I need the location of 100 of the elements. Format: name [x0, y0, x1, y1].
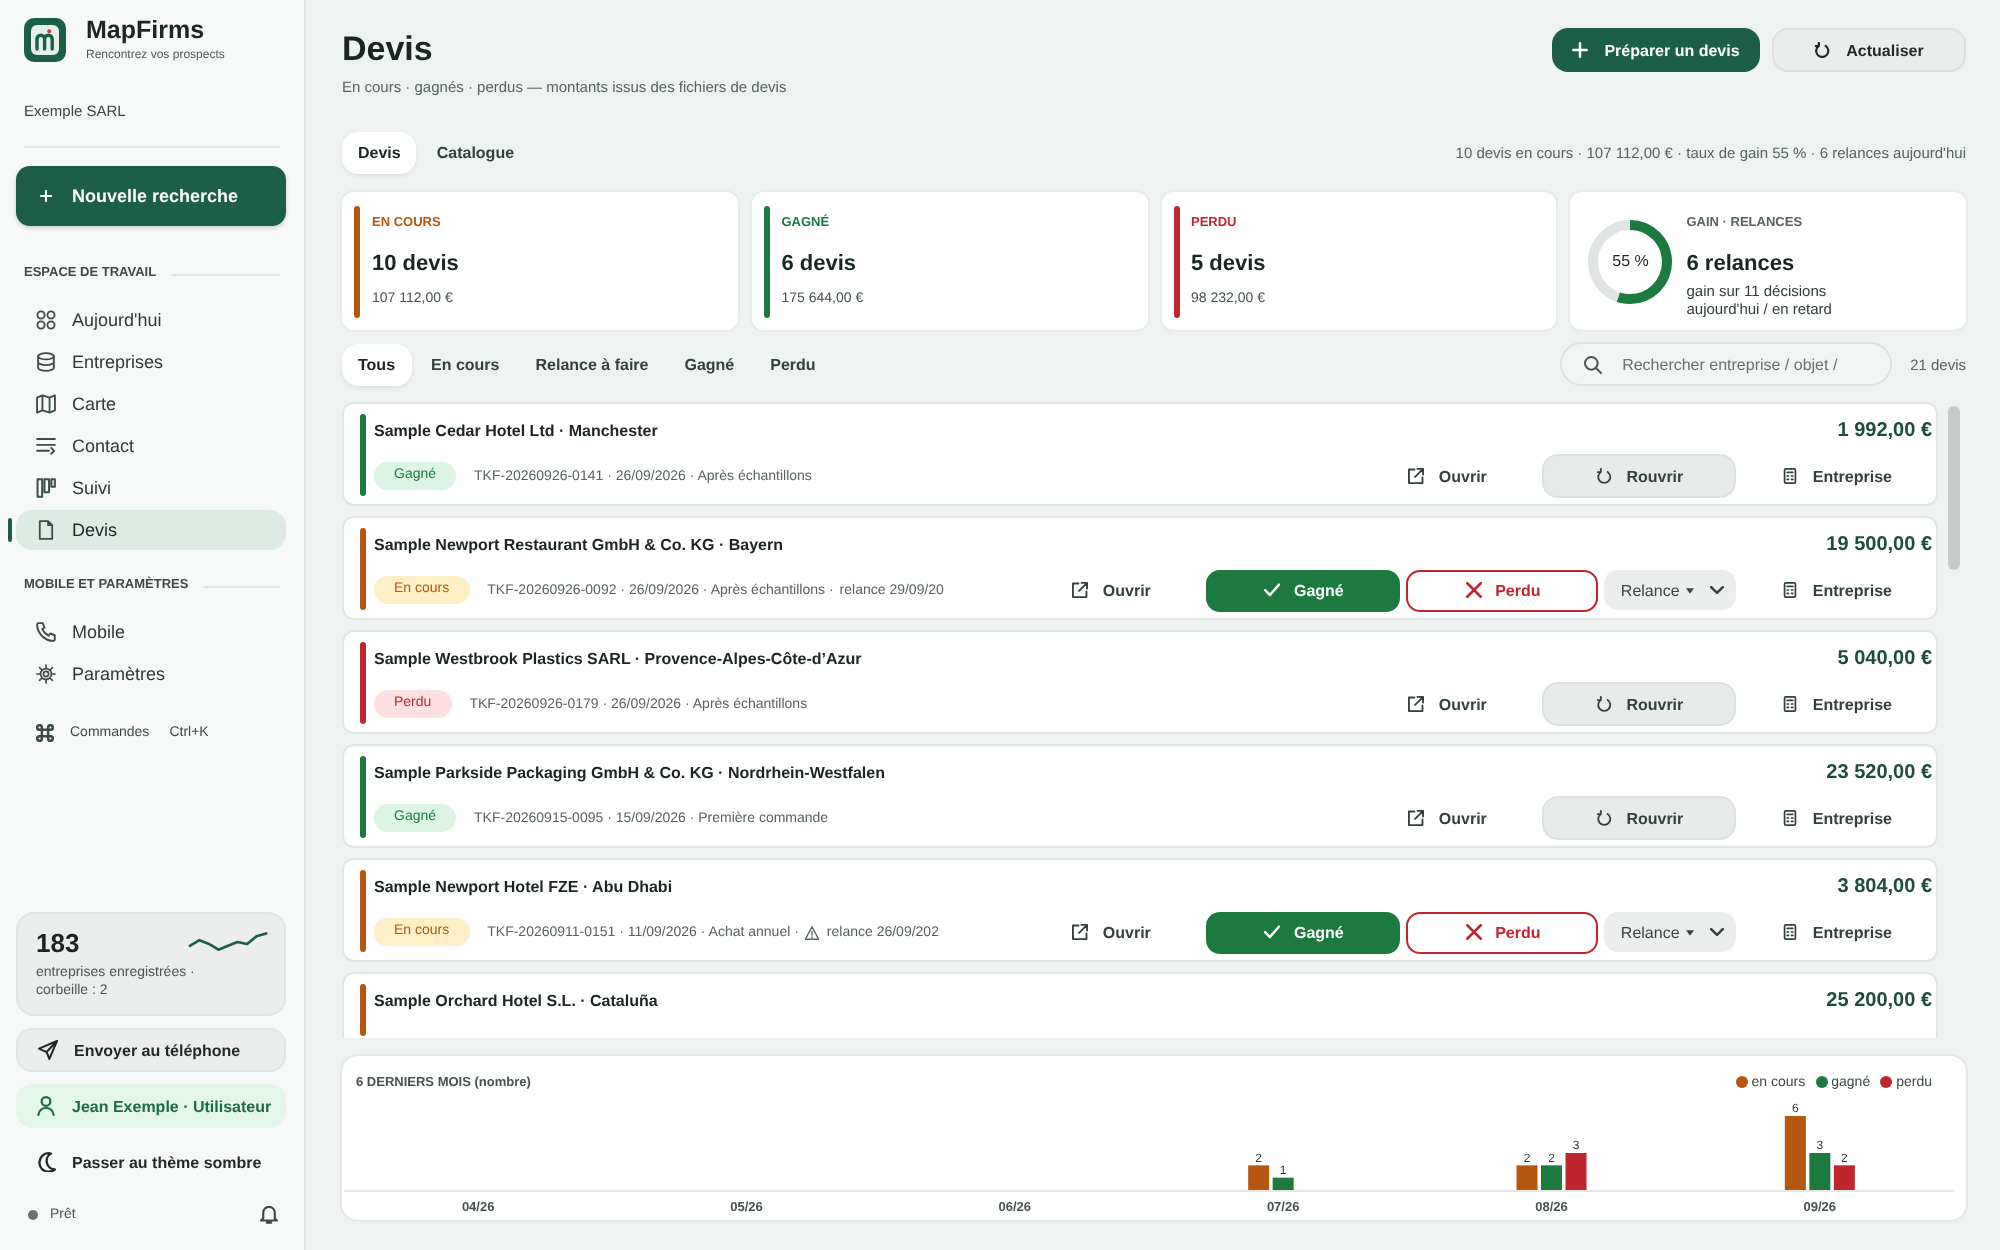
list-icon	[36, 436, 56, 456]
company-link[interactable]: Entreprise	[1754, 568, 1920, 612]
chart-bar	[1516, 1165, 1538, 1190]
database-icon	[36, 352, 56, 372]
rotate-icon	[1596, 696, 1613, 712]
calculator-icon	[1782, 924, 1799, 940]
gear-icon	[36, 664, 56, 684]
open-link[interactable]: Ouvrir	[1044, 910, 1179, 954]
filter-tab[interactable]: En cours	[415, 343, 516, 385]
reopen-button[interactable]: Rouvrir	[1542, 682, 1737, 726]
external-link-icon	[1408, 696, 1425, 712]
user-profile-button[interactable]: Jean Exemple · Utilisateur	[16, 1084, 286, 1128]
chart-bar	[1784, 1116, 1806, 1190]
reopen-button[interactable]: Rouvrir	[1542, 454, 1737, 498]
filter-tab[interactable]: Perdu	[754, 343, 832, 385]
company-link[interactable]: Entreprise	[1754, 682, 1920, 726]
new-search-button[interactable]: Nouvelle recherche	[16, 166, 286, 226]
gain-percentage: 55 %	[1610, 250, 1651, 274]
company-link[interactable]: Entreprise	[1754, 454, 1920, 498]
lost-button[interactable]: Perdu	[1406, 569, 1599, 611]
nav-item[interactable]: Aujourd'hui	[16, 300, 286, 340]
prepare-quote-button[interactable]: Préparer un devis	[1552, 28, 1760, 72]
nav-item[interactable]: Contact	[16, 426, 286, 466]
won-button[interactable]: Gagné	[1206, 911, 1401, 953]
check-icon	[1263, 924, 1280, 940]
view-tab[interactable]: Devis	[342, 132, 417, 174]
phone-icon	[36, 622, 56, 642]
external-link-icon	[1072, 924, 1089, 940]
lost-button[interactable]: Perdu	[1406, 911, 1599, 953]
chart-bar	[1541, 1165, 1562, 1190]
plus-icon	[40, 190, 52, 202]
quote-title: Sample Newport Hotel FZE · Abu Dhabi	[374, 877, 673, 895]
filter-tab[interactable]: Gagné	[668, 343, 751, 385]
map-icon	[36, 394, 56, 414]
bell-icon[interactable]	[260, 1204, 278, 1224]
document-icon	[36, 520, 56, 540]
quote-title: Sample Newport Restaurant GmbH & Co. KG · Bayern	[374, 535, 783, 553]
send-to-phone-button[interactable]: Envoyer au téléphone	[16, 1028, 286, 1072]
quote-title: Sample Parkside Packaging GmbH & Co. KG · Nordrhein-Westfalen	[374, 763, 885, 781]
calculator-icon	[1782, 696, 1799, 712]
stat-value: 10 devis	[372, 250, 459, 278]
caret-icon	[1685, 929, 1694, 935]
app-name: MapFirms	[86, 16, 207, 44]
refresh-button[interactable]: Actualiser	[1772, 28, 1966, 72]
won-button[interactable]: Gagné	[1206, 569, 1401, 611]
check-icon	[1263, 582, 1280, 598]
quote-amount: 5 040,00 €	[1837, 647, 1932, 669]
scrollbar-thumb[interactable]	[1948, 406, 1960, 570]
grid-icon	[36, 310, 56, 330]
nav-item[interactable]: Paramètres	[16, 654, 286, 694]
nav-item[interactable]: Devis	[16, 510, 286, 550]
calculator-icon	[1782, 810, 1799, 826]
quote-amount: 23 520,00 €	[1826, 761, 1932, 783]
view-tab[interactable]: Catalogue	[420, 132, 531, 174]
followup-select[interactable]: Relance	[1604, 570, 1737, 610]
company-count: 183	[36, 927, 80, 957]
stat-value: 6 devis	[781, 250, 859, 278]
plus-icon	[1572, 42, 1589, 58]
company-link[interactable]: Entreprise	[1754, 796, 1920, 840]
search-field[interactable]: Rechercher entreprise / objet /	[1560, 342, 1893, 386]
external-link-icon	[1408, 468, 1425, 484]
quote-title: Sample Orchard Hotel S.L. · Cataluña	[374, 991, 658, 1009]
close-icon	[1465, 582, 1482, 598]
quote-amount: 19 500,00 €	[1826, 533, 1932, 555]
nav-item[interactable]: Mobile	[16, 612, 286, 652]
quote-amount: 1 992,00 €	[1837, 419, 1932, 441]
nav-item[interactable]: Carte	[16, 384, 286, 424]
quote-amount: 25 200,00 €	[1826, 989, 1932, 1011]
caret-icon	[1685, 587, 1694, 593]
reopen-button[interactable]: Rouvrir	[1542, 796, 1737, 840]
status-dot-icon	[28, 1209, 38, 1219]
nav-item[interactable]: Entreprises	[16, 342, 286, 382]
rotate-icon	[1596, 468, 1613, 484]
send-icon	[38, 1040, 58, 1060]
quote-title: Sample Cedar Hotel Ltd · Manchester	[374, 421, 658, 439]
calculator-icon	[1782, 468, 1799, 484]
command-icon	[36, 723, 54, 741]
columns-icon	[36, 478, 56, 498]
user-icon	[36, 1096, 56, 1116]
filter-tab[interactable]: Tous	[342, 343, 412, 385]
chevron-down-icon	[1710, 928, 1725, 936]
filter-tab[interactable]: Relance à faire	[519, 343, 665, 385]
close-icon	[1465, 924, 1482, 940]
followup-select[interactable]: Relance	[1604, 912, 1737, 952]
stat-value: 6 relances	[1686, 250, 1797, 278]
open-link[interactable]: Ouvrir	[1044, 568, 1179, 612]
nav-item[interactable]: Suivi	[16, 468, 286, 508]
external-link-icon	[1408, 810, 1425, 826]
company-link[interactable]: Entreprise	[1754, 910, 1920, 954]
quote-amount: 3 804,00 €	[1837, 875, 1932, 897]
open-link[interactable]: Ouvrir	[1380, 796, 1515, 840]
search-icon	[1584, 355, 1603, 373]
quote-title: Sample Westbrook Plastics SARL · Provence-Alpes-Côte-d’Azur	[374, 649, 862, 667]
theme-toggle-button[interactable]: Passer au thème sombre	[16, 1140, 286, 1184]
stat-value: 5 devis	[1191, 250, 1266, 278]
open-link[interactable]: Ouvrir	[1380, 454, 1515, 498]
external-link-icon	[1072, 582, 1089, 598]
page-title: Devis	[342, 28, 433, 72]
moon-icon	[36, 1152, 56, 1172]
open-link[interactable]: Ouvrir	[1380, 682, 1515, 726]
